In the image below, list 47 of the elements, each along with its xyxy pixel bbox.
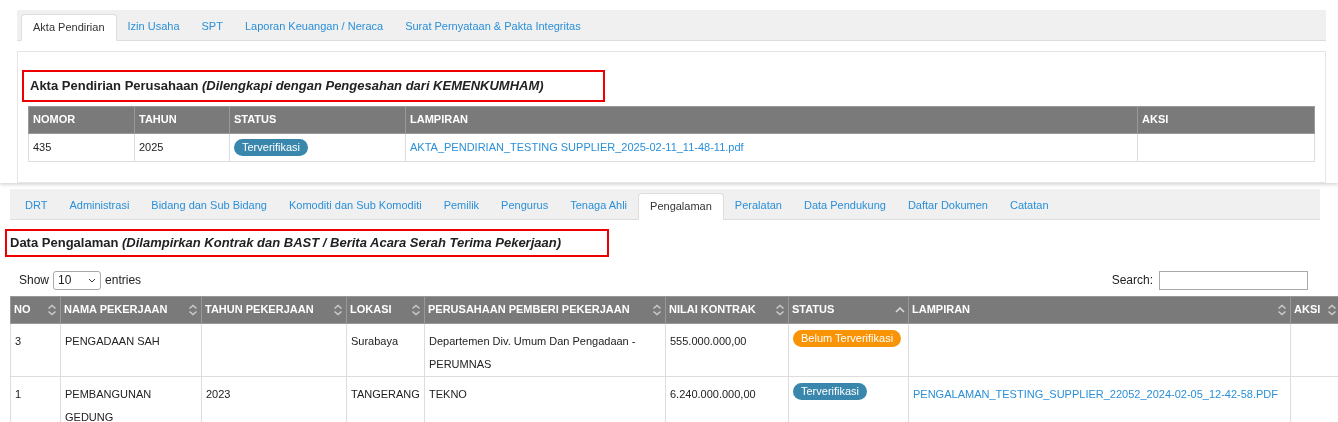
tab[interactable]: Komoditi dan Sub Komoditi bbox=[277, 192, 433, 219]
chevron-down-icon bbox=[88, 277, 97, 283]
tab[interactable]: Pengalaman bbox=[638, 193, 724, 220]
table-cell: 2025 bbox=[134, 133, 230, 161]
section-heading: Data Pengalaman (Dilampirkan Kontrak dan BAST / Berita Acara Serah Terima Pekerjaan) bbox=[5, 229, 609, 257]
tab[interactable]: Tenaga Ahli bbox=[559, 192, 639, 219]
status-badge: Terverifikasi bbox=[234, 138, 309, 156]
tab[interactable]: DRT bbox=[14, 192, 59, 219]
status-badge: Belum Terverifikasi bbox=[793, 329, 902, 347]
tab[interactable]: Pemilik bbox=[432, 192, 491, 219]
tab[interactable]: SPT bbox=[190, 13, 234, 40]
table-cell: PENGADAAN SAH bbox=[65, 334, 160, 347]
tab[interactable]: Izin Usaha bbox=[116, 13, 191, 40]
column-header: NOMOR bbox=[28, 106, 135, 133]
show-label: Show bbox=[19, 272, 50, 289]
column-header: STATUS bbox=[229, 106, 406, 133]
tab[interactable]: Peralatan bbox=[723, 192, 793, 219]
search-field[interactable] bbox=[1159, 270, 1308, 290]
entries-label: entries bbox=[105, 272, 142, 289]
table-cell: 1 bbox=[15, 387, 22, 400]
section-heading: Akta Pendirian Perusahaan (Dilengkapi dengan Pengesahan dari KEMENKUMHAM) bbox=[22, 70, 605, 102]
table-cell: TANGERANG bbox=[351, 387, 420, 400]
status-badge: Terverifikasi bbox=[793, 382, 868, 400]
tab[interactable]: Catatan bbox=[999, 192, 1060, 219]
tab[interactable]: Daftar Dokumen bbox=[896, 192, 999, 219]
tab[interactable]: Bidang dan Sub Bidang bbox=[140, 192, 278, 219]
tab[interactable]: Administrasi bbox=[58, 192, 141, 219]
table-cell: 2023 bbox=[206, 387, 231, 400]
table-cell: PEMBANGUNAN GEDUNG bbox=[65, 387, 152, 422]
column-header: TAHUN bbox=[134, 106, 230, 133]
table-cell: 435 bbox=[28, 133, 135, 161]
tab[interactable]: Data Pendukung bbox=[792, 192, 897, 219]
tab[interactable]: Surat Pernyataan & Pakta Integritas bbox=[394, 13, 592, 40]
table-cell: 6.240.000.000,00 bbox=[670, 387, 756, 400]
table-cell: 555.000.000,00 bbox=[670, 334, 747, 347]
search-label: Search: bbox=[1111, 272, 1153, 289]
tab[interactable]: Laporan Keuangan / Neraca bbox=[233, 13, 395, 40]
tab[interactable]: Akta Pendirian bbox=[21, 14, 117, 41]
table-cell: Departemen Div. Umum Dan Pengadaan - PERUMNAS bbox=[429, 334, 636, 370]
column-header: AKSI bbox=[1137, 106, 1315, 133]
page-size-select[interactable]: 10 bbox=[53, 270, 102, 290]
table-cell: TEKNO bbox=[429, 387, 467, 400]
column-header: LAMPIRAN bbox=[405, 106, 1138, 133]
tab[interactable]: Pengurus bbox=[490, 192, 560, 219]
table-cell: Surabaya bbox=[351, 334, 399, 347]
table-cell: 3 bbox=[15, 334, 22, 347]
column-header[interactable]: LAMPIRAN bbox=[912, 301, 971, 318]
